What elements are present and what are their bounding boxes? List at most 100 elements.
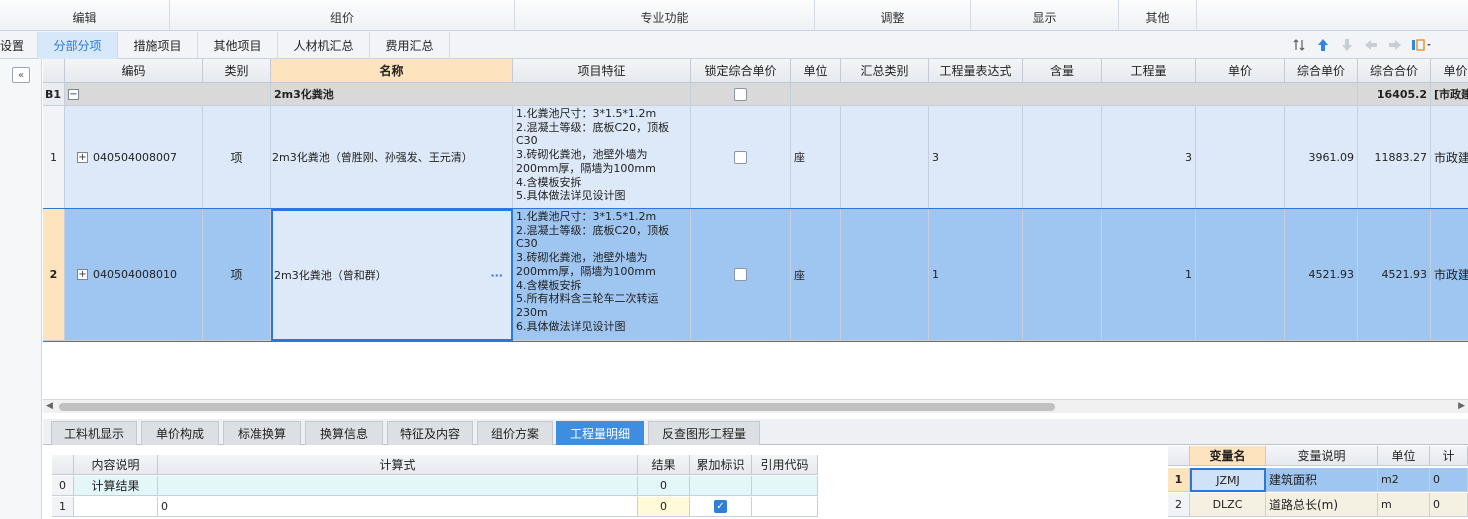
tab-pricing-plan[interactable]: 组价方案 [477,421,553,445]
desc-cell[interactable] [74,497,158,517]
tab-settings[interactable]: 设置 [0,32,38,59]
col-header-total[interactable]: 综合合价 [1358,59,1431,83]
qty-cell[interactable]: 1 [1102,209,1196,341]
col-header-summary-type[interactable]: 汇总类别 [841,59,929,83]
var-name-cell[interactable]: JZMJ [1190,468,1266,492]
var-calc-cell[interactable]: 0 [1430,468,1468,492]
tab-labor-material-summary[interactable]: 人材机汇总 [278,32,370,59]
type-cell[interactable]: 项 [203,106,271,209]
ribbon-group-professional[interactable]: 专业功能 [515,0,815,31]
col-header-lock-price[interactable]: 锁定综合单价 [691,59,791,83]
content-cell[interactable] [1023,209,1102,341]
accumulate-checkbox[interactable]: ✓ [714,500,727,513]
move-up-down-icon[interactable] [1287,35,1311,55]
var-desc-cell[interactable]: 道路总长(m) [1266,493,1378,517]
unit-price-cell[interactable]: 3961.09 [1285,106,1358,209]
scroll-right-icon[interactable]: ▶ [1458,401,1465,411]
collapse-left-icon[interactable]: « [12,67,30,83]
tab-unit-price-composition[interactable]: 单价构成 [141,421,219,445]
more-icon[interactable]: ··· [490,269,503,282]
code-cell[interactable]: + 040504008007 [65,106,203,209]
summary-type-cell[interactable] [841,106,929,209]
col-header-unit-price-2[interactable]: 单价 [1431,59,1468,83]
price-cell[interactable] [1196,106,1285,209]
ref-code-cell[interactable] [752,476,818,496]
col-header-ref-code[interactable]: 引用代码 [752,455,818,475]
arrow-up-icon[interactable] [1311,35,1335,55]
col-header-accumulate[interactable]: 累加标识 [690,455,752,475]
desc-cell[interactable]: 计算结果 [74,476,158,496]
qty-expr-cell[interactable]: 3 [929,106,1023,209]
tab-sub-items[interactable]: 分部分项 [38,32,118,59]
col-header-qty[interactable]: 工程量 [1102,59,1196,83]
col-header-result[interactable]: 结果 [638,455,690,475]
features-cell[interactable]: 1.化粪池尺寸：3*1.5*1.2m 2.混凝土等级：底板C20，顶板 C30 … [513,106,691,209]
unit-price-cell[interactable]: 4521.93 [1285,209,1358,341]
features-cell[interactable]: 1.化粪池尺寸：3*1.5*1.2m 2.混凝土等级：底板C20，顶板 C30 … [513,209,691,341]
expand-toggle-icon[interactable]: + [77,151,88,163]
formula-cell[interactable] [158,476,638,496]
col-header-var-desc[interactable]: 变量说明 [1266,446,1378,466]
col-header-var-unit[interactable]: 单位 [1378,446,1430,466]
qty-cell[interactable]: 3 [1102,106,1196,209]
var-unit-cell[interactable]: m2 [1378,468,1430,492]
col-header-var-calc[interactable]: 计 [1430,446,1468,466]
collapse-toggle-icon[interactable]: − [68,88,79,100]
tab-conversion-info[interactable]: 换算信息 [305,421,383,445]
settings-dropdown-icon[interactable] [1407,35,1437,55]
section-row[interactable]: B1 − 2m3化粪池 16405.2 [市政建 [43,83,1468,106]
total-cell[interactable]: 4521.93 [1358,209,1431,341]
total-cell[interactable]: 11883.27 [1358,106,1431,209]
col-header-features[interactable]: 项目特征 [513,59,691,83]
ribbon-group-edit[interactable]: 编辑 [0,0,170,31]
var-unit-cell[interactable]: m [1378,493,1430,517]
name-cell[interactable]: 2m3化粪池（曾胜刚、孙强发、王元清） [271,106,513,209]
var-desc-cell[interactable]: 建筑面积 [1266,468,1378,492]
summary-type-cell[interactable] [841,209,929,341]
col-header-content[interactable]: 含量 [1023,59,1102,83]
category-cell[interactable]: 市政建 [1431,209,1468,341]
unit-cell[interactable]: 座 [791,106,841,209]
type-cell[interactable]: 项 [203,209,271,341]
col-header-var-name[interactable]: 变量名 [1190,446,1266,466]
col-header-code[interactable]: 编码 [65,59,203,83]
lock-checkbox[interactable] [734,150,747,164]
tab-measures[interactable]: 措施项目 [118,32,198,59]
name-cell-active[interactable]: 2m3化粪池（曾和群） ··· [271,209,513,341]
expand-toggle-icon[interactable]: + [77,269,88,280]
col-header-name[interactable]: 名称 [271,59,513,83]
col-header-qty-expr[interactable]: 工程量表达式 [929,59,1023,83]
col-header-desc[interactable]: 内容说明 [74,455,158,475]
var-name-cell[interactable]: DLZC [1190,493,1266,517]
scrollbar-thumb[interactable] [59,403,1055,411]
formula-cell[interactable]: 0 [158,497,638,517]
arrow-right-icon[interactable] [1383,35,1407,55]
arrow-down-icon[interactable] [1335,35,1359,55]
col-header-price[interactable]: 单价 [1196,59,1285,83]
tab-other-items[interactable]: 其他项目 [198,32,278,59]
qty-expr-cell[interactable]: 1 [929,209,1023,341]
tab-labor-material-display[interactable]: 工料机显示 [51,421,137,445]
unit-cell[interactable]: 座 [791,209,841,341]
lock-checkbox[interactable] [734,268,747,281]
ribbon-group-pricing[interactable]: 组价 [170,0,515,31]
col-header-formula[interactable]: 计算式 [158,455,638,475]
price-cell[interactable] [1196,209,1285,341]
scroll-left-icon[interactable]: ◀ [46,401,53,411]
table-row-selected[interactable]: 2 + 040504008010 项 2m3化粪池（曾和群） ··· 1.化粪池… [43,208,1468,342]
ref-code-cell[interactable] [752,497,818,517]
category-cell[interactable]: 市政建 [1431,106,1468,209]
arrow-left-icon[interactable] [1359,35,1383,55]
col-header-unit[interactable]: 单位 [791,59,841,83]
var-calc-cell[interactable]: 0 [1430,493,1468,517]
col-header-type[interactable]: 类别 [203,59,271,83]
lock-checkbox[interactable] [734,87,747,101]
tab-quantity-detail[interactable]: 工程量明细 [556,421,644,445]
code-cell[interactable]: + 040504008010 [65,209,203,341]
tab-fee-summary[interactable]: 费用汇总 [370,32,450,59]
tab-standard-conversion[interactable]: 标准换算 [223,421,301,445]
col-header-unit-price[interactable]: 综合单价 [1285,59,1358,83]
ribbon-group-other[interactable]: 其他 [1119,0,1197,31]
tab-reverse-lookup[interactable]: 反查图形工程量 [648,421,760,445]
ribbon-group-adjust[interactable]: 调整 [815,0,971,31]
